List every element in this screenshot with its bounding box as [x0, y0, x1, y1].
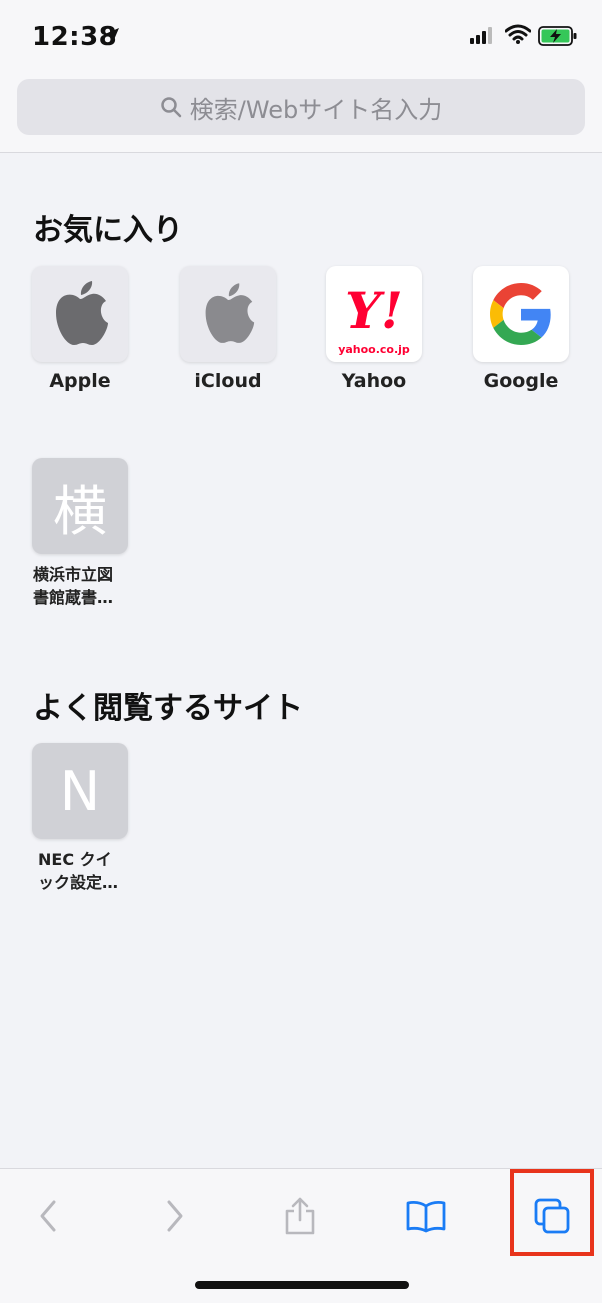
label-line: NEC クイ: [38, 850, 112, 869]
search-placeholder: 検索/Webサイト名入力: [189, 95, 443, 124]
search-icon: [161, 97, 182, 118]
battery-charging-icon: [538, 26, 577, 46]
back-button[interactable]: [18, 1191, 78, 1241]
favorite-apple-label: Apple: [49, 370, 111, 392]
favorite-google-label: Google: [483, 370, 559, 392]
home-indicator: [195, 1281, 409, 1289]
tabs-icon: [534, 1198, 570, 1234]
frequent-nec-tile[interactable]: N: [32, 743, 128, 839]
favorites-title: お気に入り: [33, 213, 183, 248]
favorite-apple-tile[interactable]: [32, 266, 128, 362]
back-icon: [40, 1200, 56, 1232]
bottom-toolbar: [0, 1168, 602, 1303]
apple-logo-icon: [56, 281, 108, 345]
favorite-yahoo-label: Yahoo: [341, 370, 407, 392]
label-line: 書館蔵書…: [33, 588, 114, 607]
share-icon: [285, 1197, 315, 1235]
favorite-icloud-tile[interactable]: [180, 266, 276, 362]
favorite-google-tile[interactable]: [473, 266, 569, 362]
frequently-visited-title: よく閲覧するサイト: [33, 691, 303, 726]
label-line: 横浜市立図: [33, 565, 114, 584]
forward-icon: [167, 1200, 183, 1232]
frequent-nec-label: NEC クイ ック設定…: [38, 848, 148, 894]
status-bar: 12:38: [0, 0, 602, 74]
tile-letter: N: [59, 759, 101, 823]
wifi-icon: [505, 24, 531, 44]
apple-logo-icon: [205, 283, 255, 343]
cellular-signal-icon: [470, 27, 492, 44]
share-button[interactable]: [270, 1191, 330, 1241]
tile-letter: 横: [53, 479, 107, 543]
favorite-yahoo-tile[interactable]: Y! yahoo.co.jp: [326, 266, 422, 362]
yahoo-logo-subtext: yahoo.co.jp: [338, 343, 410, 356]
forward-button[interactable]: [145, 1191, 205, 1241]
search-input[interactable]: 検索/Webサイト名入力: [17, 79, 585, 135]
bookmarks-icon: [406, 1201, 446, 1233]
tabs-button[interactable]: [522, 1191, 582, 1241]
favorite-icloud-label: iCloud: [194, 370, 262, 392]
favorite-yokohama-library-label: 横浜市立図 書館蔵書…: [33, 563, 143, 609]
bookmarks-button[interactable]: [396, 1191, 456, 1241]
label-line: ック設定…: [38, 873, 119, 892]
address-bar-area: 検索/Webサイト名入力: [0, 74, 602, 153]
google-logo-icon: [490, 283, 551, 345]
location-arrow-icon: [105, 28, 119, 42]
favorite-yokohama-library-tile[interactable]: 横: [32, 458, 128, 554]
yahoo-logo-icon: Y!: [345, 281, 403, 340]
